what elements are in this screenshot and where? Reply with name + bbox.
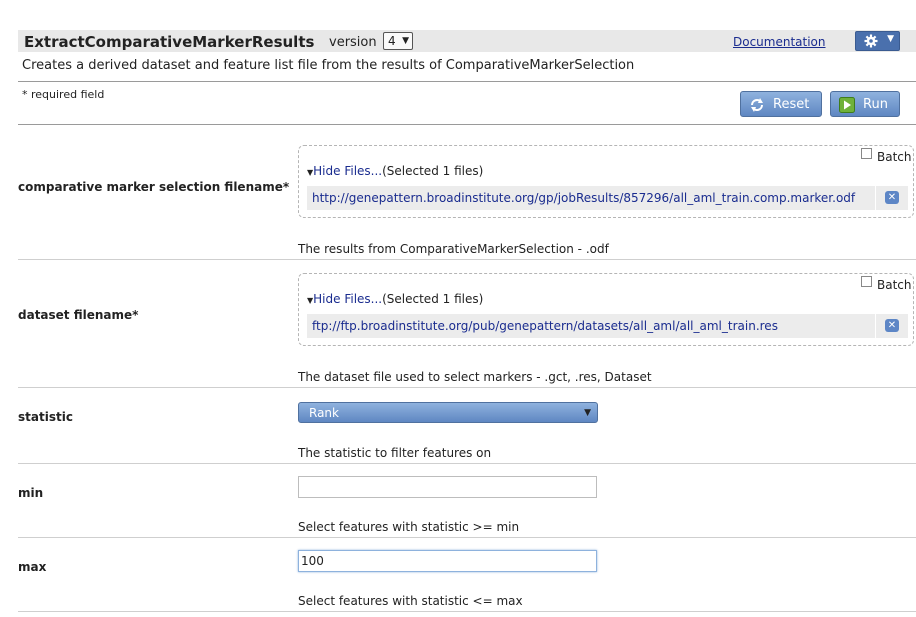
- row-divider: [18, 387, 916, 388]
- version-select[interactable]: 4 ▼: [383, 32, 413, 50]
- close-icon: ✕: [885, 191, 899, 204]
- divider: [18, 81, 916, 82]
- reset-button[interactable]: Reset: [740, 91, 822, 117]
- file-row: ftp://ftp.broadinstitute.org/pub/genepat…: [307, 314, 875, 338]
- required-field-note: * required field: [22, 88, 105, 101]
- param-help: The dataset file used to select markers …: [298, 370, 652, 384]
- run-label: Run: [863, 97, 888, 112]
- param-label-cms-filename: comparative marker selection filename*: [18, 180, 290, 194]
- module-title: ExtractComparativeMarkerResults: [24, 33, 315, 51]
- row-divider: [18, 611, 916, 612]
- divider: [18, 124, 916, 125]
- row-divider: [18, 537, 916, 538]
- version-label: version: [329, 35, 377, 50]
- hide-files-link[interactable]: Hide Files...: [313, 292, 382, 306]
- max-input[interactable]: 100: [298, 550, 597, 572]
- play-icon: [839, 97, 855, 113]
- version-value: 4: [388, 34, 396, 48]
- row-divider: [18, 463, 916, 464]
- statistic-value: Rank: [309, 406, 339, 420]
- chevron-down-icon: ▼: [584, 408, 591, 418]
- param-label-max: max: [18, 560, 47, 574]
- param-label-min: min: [18, 486, 44, 500]
- file-url[interactable]: ftp://ftp.broadinstitute.org/pub/genepat…: [312, 319, 778, 333]
- param-label-statistic: statistic: [18, 410, 73, 424]
- row-divider: [18, 259, 916, 260]
- file-row: http://genepattern.broadinstitute.org/gp…: [307, 186, 875, 210]
- batch-checkbox[interactable]: [861, 276, 872, 287]
- batch-label: Batch: [877, 150, 912, 164]
- reset-label: Reset: [773, 97, 810, 112]
- selected-count: (Selected 1 files): [382, 292, 484, 306]
- statistic-select[interactable]: Rank ▼: [298, 402, 598, 423]
- hide-files-link[interactable]: Hide Files...: [313, 164, 382, 178]
- file-url[interactable]: http://genepattern.broadinstitute.org/gp…: [312, 191, 855, 205]
- param-help: Select features with statistic <= max: [298, 594, 523, 608]
- batch-label: Batch: [877, 278, 912, 292]
- param-label-dataset-filename: dataset filename*: [18, 308, 139, 322]
- remove-file-button[interactable]: ✕: [876, 186, 908, 210]
- chevron-down-icon: ▼: [402, 36, 409, 46]
- param-help: The statistic to filter features on: [298, 446, 492, 460]
- param-help: The results from ComparativeMarkerSelect…: [298, 242, 609, 256]
- reset-icon: [751, 98, 763, 112]
- hide-files-toggle[interactable]: ▼Hide Files...(Selected 1 files): [307, 292, 483, 306]
- caret-down-icon: ▼: [887, 34, 894, 44]
- param-help: Select features with statistic >= min: [298, 520, 520, 534]
- min-input[interactable]: [298, 476, 597, 498]
- selected-count: (Selected 1 files): [382, 164, 484, 178]
- remove-file-button[interactable]: ✕: [876, 314, 908, 338]
- run-button[interactable]: Run: [830, 91, 900, 117]
- batch-checkbox[interactable]: [861, 148, 872, 159]
- hide-files-toggle[interactable]: ▼Hide Files...(Selected 1 files): [307, 164, 483, 178]
- module-description: Creates a derived dataset and feature li…: [22, 58, 635, 73]
- settings-menu-button[interactable]: ▼: [855, 31, 900, 51]
- gear-icon: [864, 34, 878, 48]
- close-icon: ✕: [885, 319, 899, 332]
- documentation-link[interactable]: Documentation: [733, 35, 826, 49]
